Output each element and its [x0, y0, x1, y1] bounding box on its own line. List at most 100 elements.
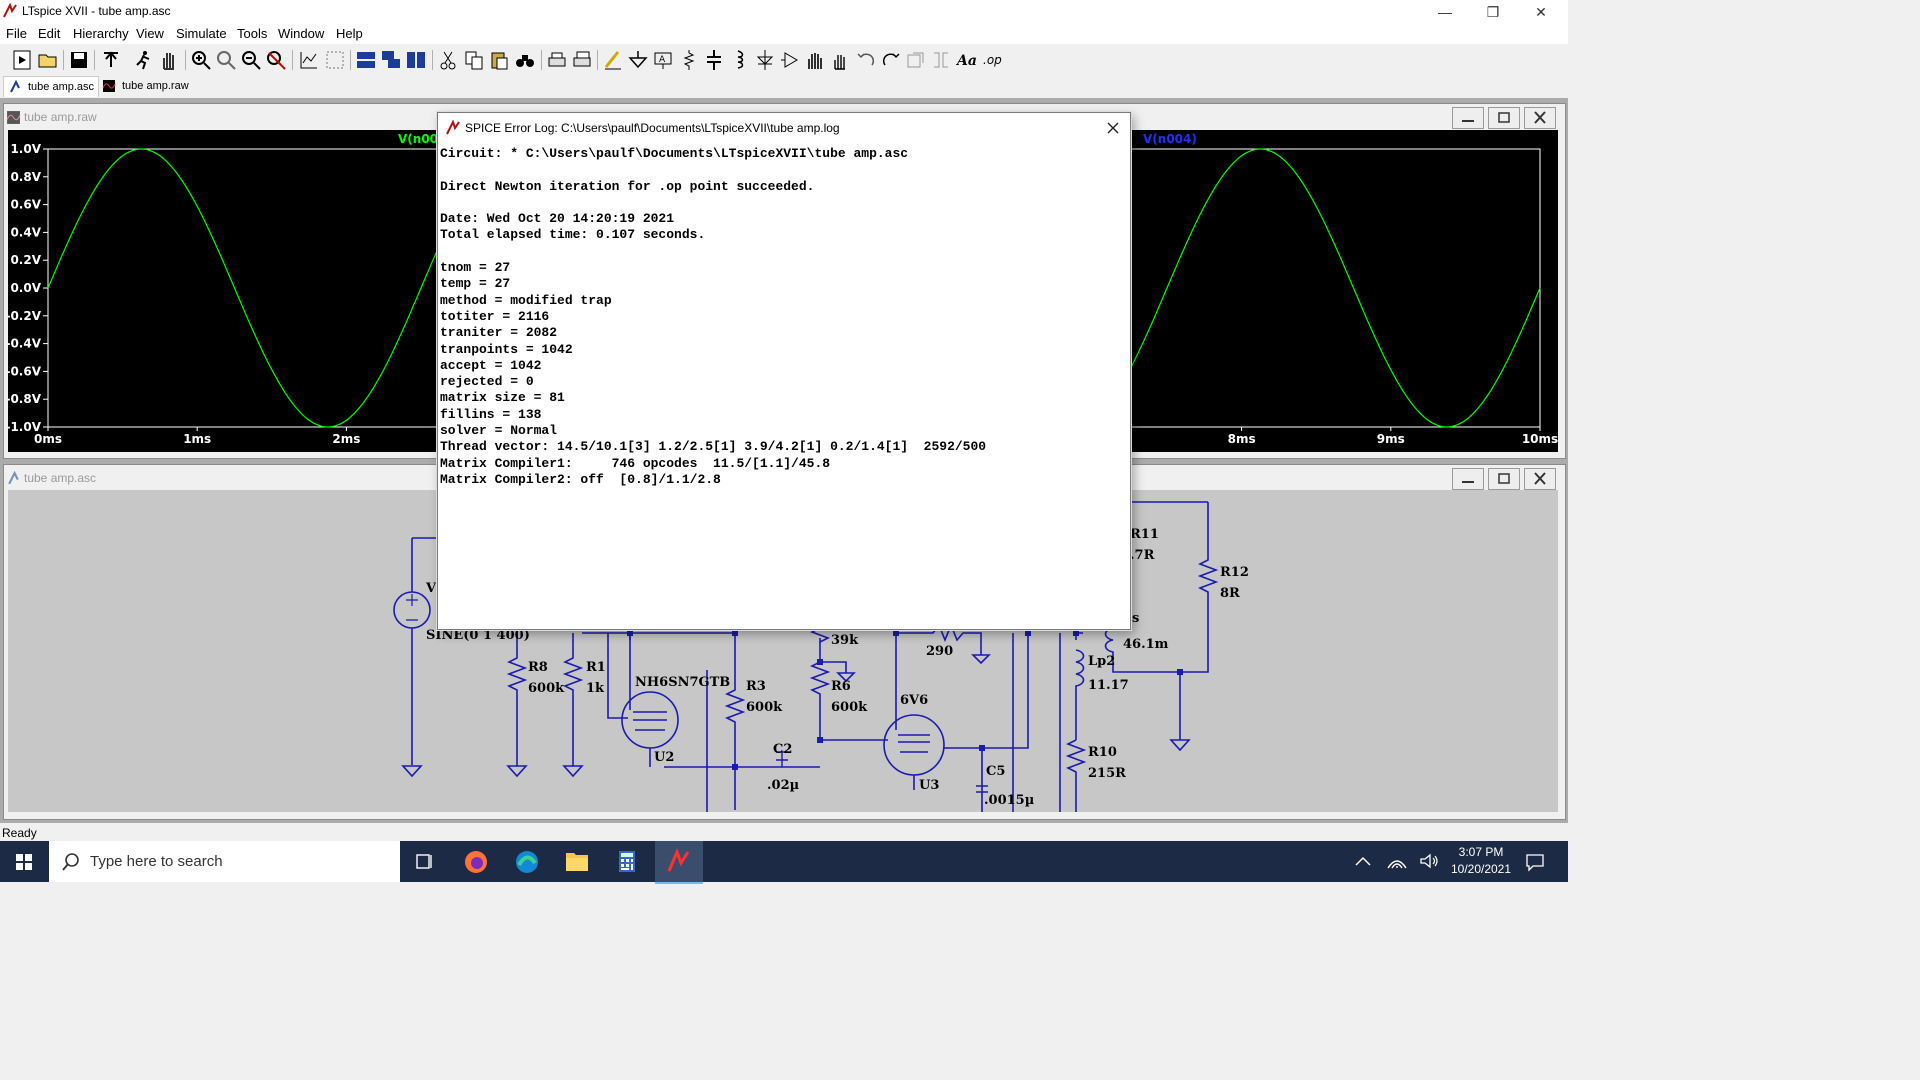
mirror-icon[interactable]	[930, 49, 952, 71]
c5-name[interactable]: C5	[986, 764, 1005, 779]
undo-icon[interactable]	[855, 49, 877, 71]
u2-model[interactable]: NH6SN7GTB	[635, 675, 730, 690]
label-net-icon[interactable]: A	[652, 49, 674, 71]
r8-name[interactable]: R8	[528, 660, 548, 675]
control-panel-icon[interactable]	[100, 49, 122, 71]
u3-name[interactable]: U3	[919, 778, 939, 793]
menu-help[interactable]: Help	[336, 26, 363, 41]
taskbar-search[interactable]: Type here to search	[49, 841, 400, 882]
diode-icon[interactable]	[754, 49, 776, 71]
r12-value[interactable]: 8R	[1220, 586, 1240, 601]
menu-view[interactable]: View	[136, 26, 164, 41]
resistor-icon[interactable]	[678, 49, 700, 71]
close-button[interactable]: ✕	[1518, 0, 1564, 24]
child-restore-button[interactable]	[1488, 107, 1520, 129]
menu-simulate[interactable]: Simulate	[176, 26, 227, 41]
firefox-taskbar-app[interactable]	[452, 841, 500, 882]
zoom-in-icon[interactable]	[190, 49, 212, 71]
child-close-button[interactable]	[1524, 107, 1556, 129]
pan-icon[interactable]	[215, 49, 237, 71]
tab-tube-amp-raw[interactable]: tube amp.raw	[98, 76, 193, 96]
menu-edit[interactable]: Edit	[38, 26, 60, 41]
draw-wire-icon[interactable]	[602, 49, 624, 71]
trace-label-right[interactable]: V(n004)	[1143, 132, 1197, 146]
move-hand-icon[interactable]	[804, 49, 826, 71]
tab-tube-amp-asc[interactable]: tube amp.asc	[3, 76, 100, 97]
ls-name[interactable]: s	[1132, 611, 1139, 626]
r3-name[interactable]: R3	[746, 679, 766, 694]
child-minimize-button[interactable]	[1452, 468, 1484, 490]
tile-horizontal-icon[interactable]	[355, 49, 377, 71]
halt-hand-icon[interactable]	[158, 49, 180, 71]
r3-value[interactable]: 600k	[746, 700, 782, 715]
resistor-value-290[interactable]: 290	[926, 644, 953, 659]
file-explorer-taskbar-app[interactable]	[553, 841, 601, 882]
menu-window[interactable]: Window	[278, 26, 324, 41]
r11-value[interactable]: .7R	[1130, 548, 1154, 563]
redo-icon[interactable]	[880, 49, 902, 71]
drag-hand-icon[interactable]	[829, 49, 851, 71]
capacitor-icon[interactable]	[703, 49, 725, 71]
lp2-name[interactable]: Lp2	[1088, 654, 1115, 669]
print-preview-icon[interactable]	[571, 49, 593, 71]
open-icon[interactable]	[37, 49, 59, 71]
lp2-value[interactable]: 11.17	[1088, 678, 1129, 693]
r10-name[interactable]: R10	[1088, 745, 1117, 760]
new-schematic-icon[interactable]	[11, 49, 33, 71]
u2-name[interactable]: U2	[654, 750, 674, 765]
task-view-button[interactable]	[400, 841, 448, 882]
rotate-icon[interactable]	[905, 49, 927, 71]
calculator-taskbar-app[interactable]	[603, 841, 651, 882]
menu-hierarchy[interactable]: Hierarchy	[73, 26, 129, 41]
r6-value[interactable]: 600k	[831, 700, 867, 715]
child-minimize-button[interactable]	[1452, 107, 1484, 129]
copy-icon[interactable]	[463, 49, 485, 71]
log-text[interactable]: Circuit: * C:\Users\paulf\Documents\LTsp…	[440, 146, 1126, 624]
cascade-icon[interactable]	[380, 49, 402, 71]
r1-value[interactable]: 1k	[586, 681, 604, 696]
clock[interactable]: 3:07 PM 10/20/2021	[1440, 844, 1522, 878]
volume-icon[interactable]	[1418, 852, 1440, 870]
inductor-icon[interactable]	[728, 49, 750, 71]
minimize-button[interactable]: —	[1422, 0, 1468, 24]
r10-value[interactable]: 215R	[1088, 766, 1126, 781]
menu-tools[interactable]: Tools	[237, 26, 267, 41]
c2-name[interactable]: C2	[773, 742, 792, 757]
r8-value[interactable]: 600k	[528, 681, 564, 696]
child-restore-button[interactable]	[1488, 468, 1520, 490]
chevron-up-icon[interactable]	[1354, 854, 1372, 868]
menu-file[interactable]: File	[6, 26, 27, 41]
network-icon[interactable]	[1386, 852, 1408, 870]
u3-model[interactable]: 6V6	[900, 693, 928, 708]
source-label[interactable]: V	[426, 581, 436, 596]
find-icon[interactable]	[514, 49, 536, 71]
edge-taskbar-app[interactable]	[503, 841, 551, 882]
spice-directive-icon[interactable]: .op	[981, 49, 1003, 71]
paste-icon[interactable]	[488, 49, 510, 71]
autorange-icon[interactable]	[298, 49, 320, 71]
child-close-button[interactable]	[1524, 468, 1556, 490]
dialog-close-button[interactable]	[1102, 117, 1124, 139]
trace-label-left[interactable]: V(n00	[398, 132, 438, 146]
resistor-value-39k[interactable]: 39k	[831, 633, 858, 648]
cut-icon[interactable]	[437, 49, 459, 71]
text-icon[interactable]: Aa	[956, 49, 978, 71]
ltspice-taskbar-app[interactable]	[655, 841, 703, 884]
run-icon[interactable]	[132, 49, 154, 71]
tile-vertical-icon[interactable]	[405, 49, 427, 71]
c2-value[interactable]: .02µ	[767, 778, 799, 793]
start-button[interactable]	[0, 841, 48, 882]
dialog-titlebar[interactable]: SPICE Error Log: C:\Users\paulf\Document…	[438, 113, 1130, 143]
zoom-fit-icon[interactable]	[265, 49, 287, 71]
window-tile-icon[interactable]	[324, 49, 346, 71]
r12-name[interactable]: R12	[1220, 565, 1249, 580]
zoom-out-icon[interactable]	[240, 49, 262, 71]
r6-name[interactable]: R6	[831, 679, 851, 694]
ls-value[interactable]: 46.1m	[1123, 637, 1168, 652]
r11-name[interactable]: R11	[1130, 527, 1159, 542]
c5-value[interactable]: .0015µ	[984, 793, 1034, 808]
r1-name[interactable]: R1	[586, 660, 606, 675]
print-icon[interactable]	[546, 49, 568, 71]
save-icon[interactable]	[68, 49, 90, 71]
notifications-icon[interactable]	[1524, 851, 1546, 873]
